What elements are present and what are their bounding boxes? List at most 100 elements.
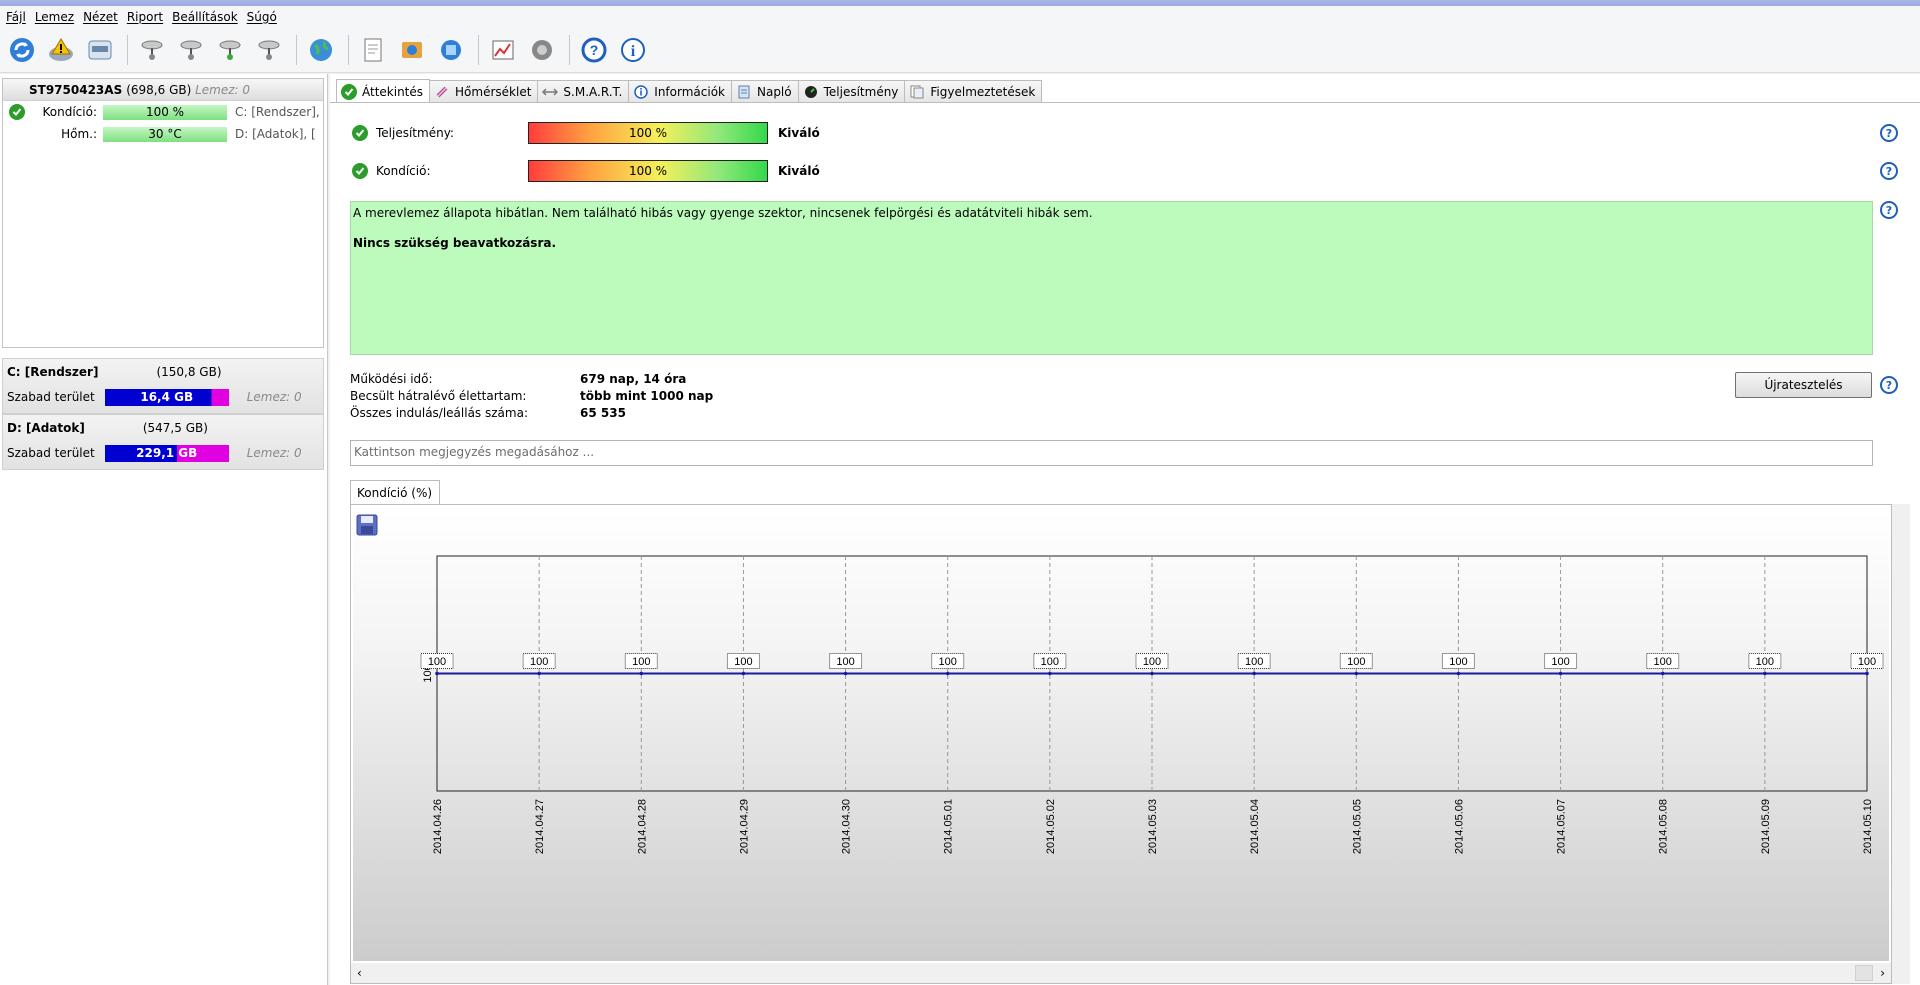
performance-row: Teljesítmény: 100 % Kiváló bbox=[352, 121, 820, 145]
data-label: 100 bbox=[1449, 656, 1467, 668]
volume-c[interactable]: C: [Rendszer] (150,8 GB) Szabad terület 16… bbox=[2, 358, 324, 414]
performance-ok-icon bbox=[352, 125, 368, 141]
chart-panel: 2014.04.26 2014.04.27 2014.04.28 2014.04.29… bbox=[350, 504, 1892, 984]
satellite-button-2[interactable] bbox=[173, 32, 209, 68]
data-label: 100 bbox=[939, 656, 957, 668]
menu-help[interactable]: Súgó bbox=[247, 10, 286, 24]
toolbar-separator bbox=[348, 34, 349, 65]
toolbar-separator bbox=[478, 34, 479, 65]
status-message-box: A merevlemez állapota hibátlan. Nem talá… bbox=[350, 201, 1873, 355]
menu-file[interactable]: Fájl bbox=[6, 10, 35, 24]
tab-info[interactable]: Információk bbox=[628, 80, 732, 102]
tab-log[interactable]: Napló bbox=[730, 80, 799, 102]
satellite-4-icon bbox=[258, 40, 280, 60]
condition-row: Kondíció: 100 % Kiváló bbox=[352, 159, 820, 183]
chart-tab-condition[interactable]: Kondíció (%) bbox=[350, 480, 440, 504]
info-icon: i bbox=[621, 37, 645, 62]
volume-d-disk: Lemez: 0 bbox=[246, 446, 302, 460]
svg-text:?: ? bbox=[590, 42, 599, 58]
fact-row: Összes indulás/leállás száma: 65 535 bbox=[350, 406, 713, 423]
condition-rating: Kiváló bbox=[778, 164, 820, 178]
uptime-label: Működési idő: bbox=[350, 372, 433, 386]
tab-overview[interactable]: Áttekintés bbox=[336, 79, 431, 103]
chart-button[interactable] bbox=[485, 32, 521, 68]
disk-condition-label: Kondíció: bbox=[42, 105, 98, 119]
x-tick-label: 2014.05.03 bbox=[1147, 799, 1159, 854]
disk-condition-bar: 100 % bbox=[103, 104, 227, 120]
info-icon bbox=[633, 84, 649, 100]
note-input[interactable]: Kattintson megjegyzés megadásához ... bbox=[350, 440, 1873, 466]
data-label: 100 bbox=[1041, 656, 1059, 668]
data-point bbox=[1660, 671, 1665, 676]
status-ok-icon bbox=[3, 104, 29, 120]
x-tick-label: 2014.05.02 bbox=[1045, 799, 1057, 854]
scroll-left-icon[interactable]: ‹ bbox=[357, 966, 362, 980]
tab-performance[interactable]: Teljesítmény bbox=[797, 80, 906, 102]
menu-settings[interactable]: Beállítások bbox=[172, 10, 247, 24]
data-label: 100 bbox=[1654, 656, 1672, 668]
tab-log-label: Napló bbox=[756, 84, 792, 99]
vertical-scrollbar[interactable] bbox=[1892, 504, 1910, 984]
warning-button[interactable] bbox=[43, 32, 79, 68]
data-label: 100 bbox=[530, 656, 548, 668]
condition-label: Kondíció: bbox=[376, 164, 431, 178]
menu-report[interactable]: Riport bbox=[127, 10, 172, 24]
status-help-icon[interactable]: ? bbox=[1880, 201, 1898, 219]
volume-d-free-bar: 229,1 GB bbox=[104, 444, 229, 462]
globe-button[interactable] bbox=[303, 32, 339, 68]
lifetime-value: több mint 1000 nap bbox=[580, 389, 714, 403]
satellite-button-3[interactable] bbox=[212, 32, 248, 68]
x-tick-label: 2014.04.26 bbox=[432, 799, 444, 854]
retest-button[interactable]: Újratesztelés bbox=[1735, 372, 1872, 398]
toolbar-separator bbox=[127, 34, 128, 65]
satellite-button-1[interactable] bbox=[134, 32, 170, 68]
x-tick-label: 2014.05.08 bbox=[1658, 799, 1670, 854]
scroll-right-icon[interactable]: › bbox=[1880, 966, 1885, 980]
volume-c-free-bar: 16,4 GB bbox=[104, 388, 229, 406]
disk-button[interactable] bbox=[82, 32, 118, 68]
network-button[interactable] bbox=[433, 32, 469, 68]
menu-view[interactable]: Nézet bbox=[83, 10, 127, 24]
check-icon bbox=[341, 83, 357, 100]
report-icon bbox=[364, 38, 382, 61]
scroll-thumb[interactable] bbox=[1855, 965, 1873, 981]
info-button[interactable]: i bbox=[615, 32, 651, 68]
report-button[interactable] bbox=[355, 32, 391, 68]
tab-temperature[interactable]: Hőmérséklet bbox=[429, 80, 539, 102]
disk-partitions-1: C: [Rendszer], bbox=[235, 105, 319, 119]
details-pane: Áttekintés Hőmérséklet S.M.A.R.T. Inform… bbox=[330, 74, 1920, 985]
disk-card-header: ST9750423AS (698,6 GB) Lemez: 0 bbox=[3, 79, 323, 101]
condition-help-icon[interactable]: ? bbox=[1880, 162, 1898, 180]
performance-label: Teljesítmény: bbox=[376, 126, 454, 140]
performance-help-icon[interactable]: ? bbox=[1880, 124, 1898, 142]
thermometer-icon bbox=[434, 84, 450, 100]
x-tick-label: 2014.05.05 bbox=[1351, 799, 1363, 854]
disk-partitions-2: D: [Adatok], [ bbox=[235, 127, 316, 141]
data-point bbox=[435, 671, 439, 676]
horizontal-scrollbar[interactable]: ‹ › bbox=[351, 963, 1891, 983]
x-tick-label: 2014.05.09 bbox=[1760, 799, 1772, 854]
volume-d[interactable]: D: [Adatok] (547,5 GB) Szabad terület 229,… bbox=[2, 414, 324, 470]
disk-card[interactable]: ST9750423AS (698,6 GB) Lemez: 0 Kondíció… bbox=[2, 78, 324, 348]
satellite-1-icon bbox=[141, 40, 163, 60]
menu-disk[interactable]: Lemez bbox=[35, 10, 83, 24]
tab-temperature-label: Hőmérséklet bbox=[455, 84, 532, 99]
alerts-icon bbox=[909, 84, 925, 100]
data-point bbox=[945, 671, 950, 676]
sound-button[interactable] bbox=[524, 32, 560, 68]
sync-button[interactable] bbox=[394, 32, 430, 68]
x-tick-label: 2014.05.04 bbox=[1249, 799, 1261, 854]
condition-bar: 100 % bbox=[528, 160, 768, 182]
menu-bar: Fájl Lemez Nézet Riport Beállítások Súgó bbox=[0, 6, 1920, 27]
tab-alerts[interactable]: Figyelmeztetések bbox=[904, 80, 1043, 102]
log-icon bbox=[736, 84, 752, 100]
retest-help-icon[interactable]: ? bbox=[1880, 376, 1898, 394]
satellite-button-4[interactable] bbox=[251, 32, 287, 68]
data-point bbox=[1354, 671, 1359, 676]
volume-c-free-label: Szabad terület bbox=[7, 390, 95, 404]
refresh-button[interactable] bbox=[4, 32, 40, 68]
disk-model: ST9750423AS bbox=[29, 82, 123, 97]
help-button[interactable]: ? bbox=[576, 32, 612, 68]
chart-icon bbox=[492, 40, 514, 59]
tab-smart[interactable]: S.M.A.R.T. bbox=[537, 80, 630, 102]
